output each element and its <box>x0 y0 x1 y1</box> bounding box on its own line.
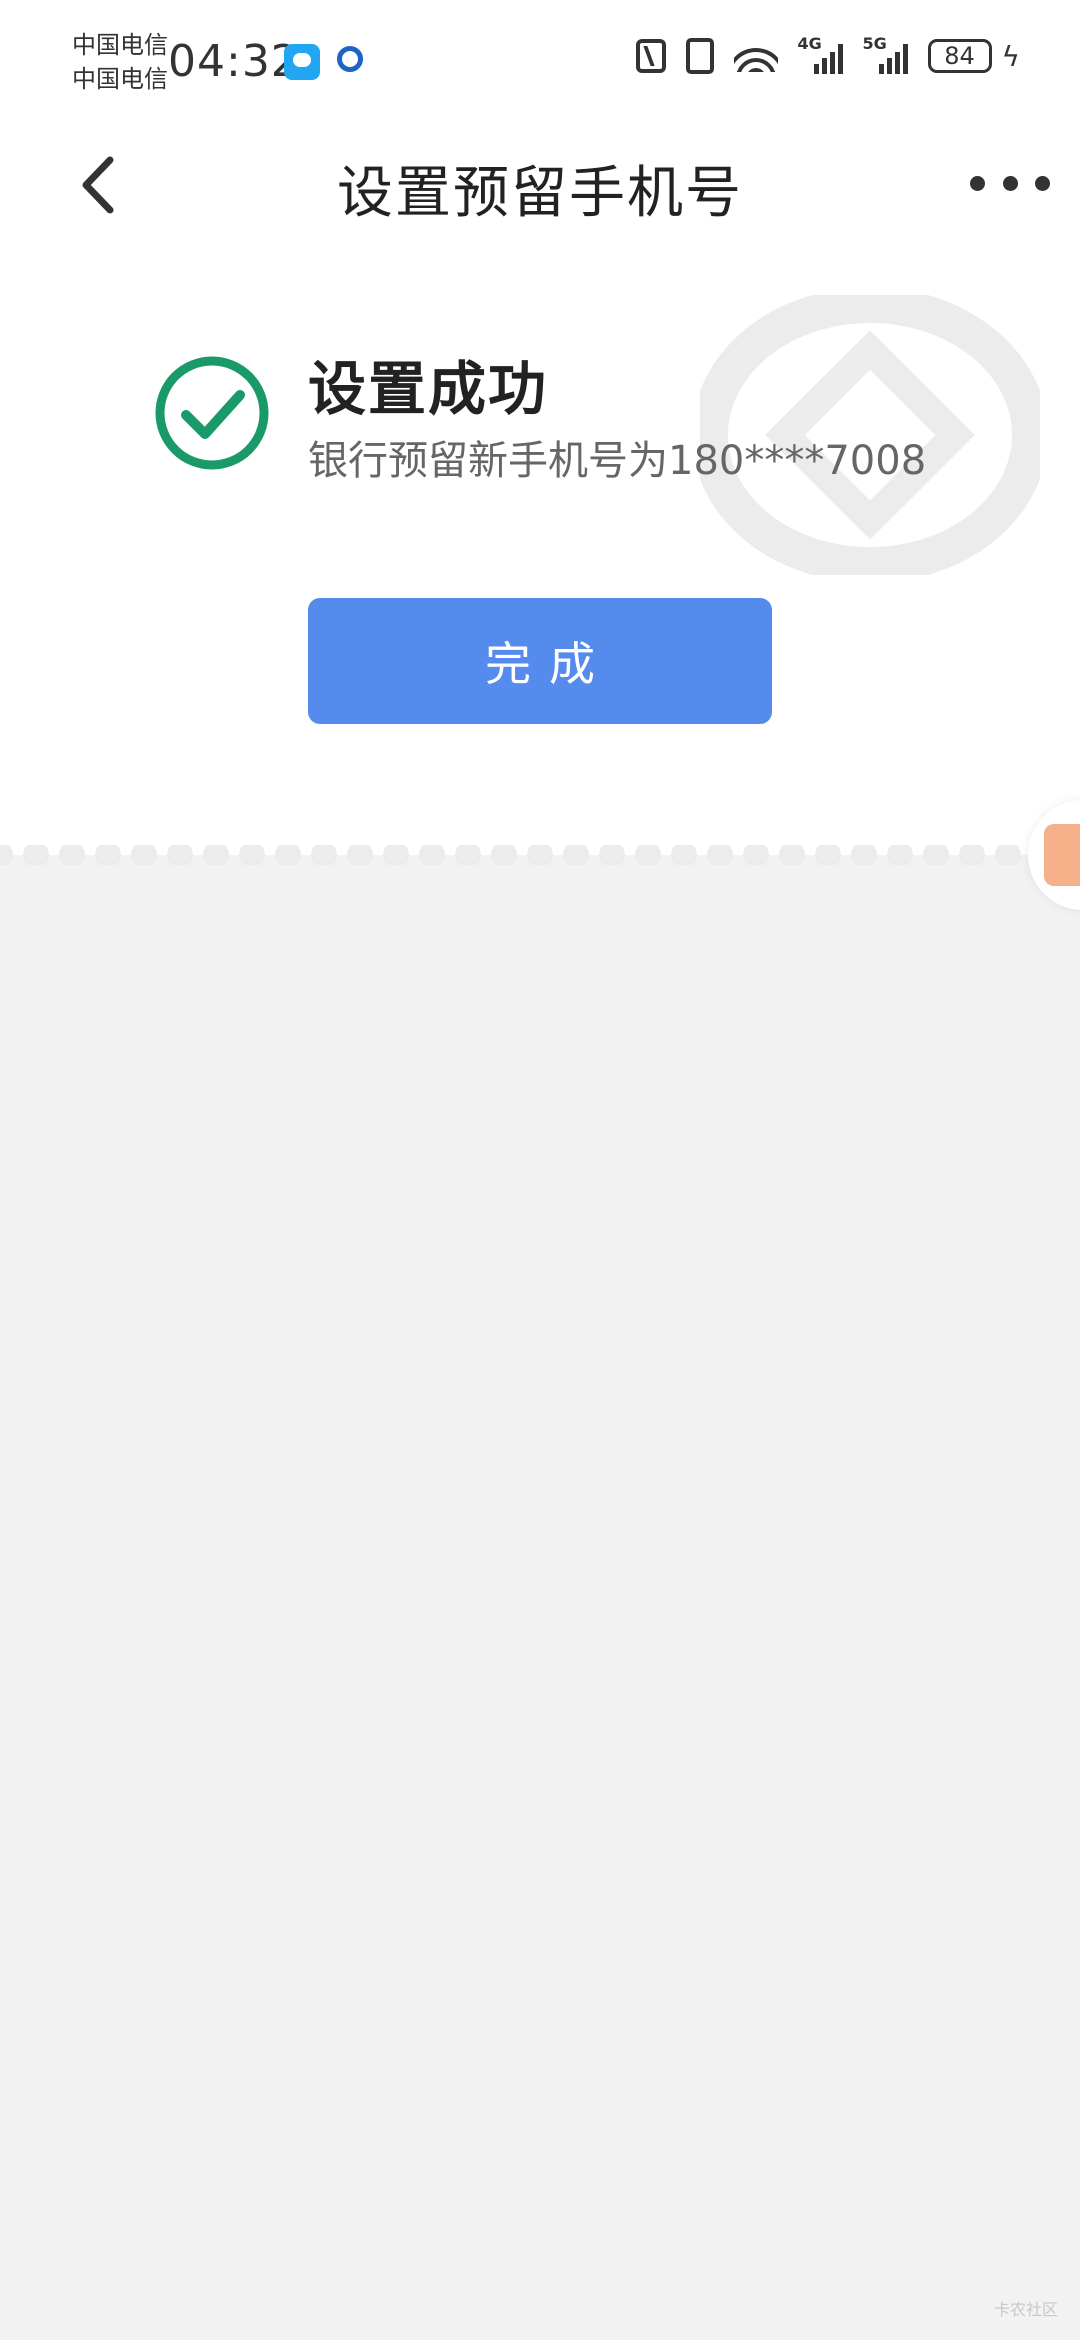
page: 中国电信 中国电信 04:32 4G 5G 84 ϟ 设置预留手机号 设置成功 … <box>0 0 1080 2340</box>
charging-icon: ϟ <box>1001 39 1020 73</box>
more-dot-icon <box>1002 175 1018 191</box>
more-dot-icon <box>970 175 985 191</box>
result-card: 设置成功 银行预留新手机号为180****7008 完成 <box>0 250 1080 855</box>
ccb-app-icon <box>337 46 363 72</box>
result-description: 银行预留新手机号为180****7008 <box>308 438 927 484</box>
nav-bar: 设置预留手机号 <box>0 120 1080 250</box>
status-time: 04:32 <box>168 36 300 87</box>
system-icons: 4G 5G 84 ϟ <box>635 34 1020 74</box>
signal-4g-icon: 4G <box>798 34 843 74</box>
message-app-icon <box>284 44 320 80</box>
signal-5g-icon: 5G <box>863 34 908 74</box>
status-bar: 中国电信 中国电信 04:32 4G 5G 84 ϟ <box>0 0 1080 120</box>
result-title: 设置成功 <box>308 355 549 423</box>
more-dot-icon <box>1035 175 1050 191</box>
more-button[interactable] <box>970 168 1050 198</box>
vibrate-icon <box>685 38 714 74</box>
corner-watermark-text: 卡农社区 <box>993 2300 1058 2319</box>
card-scalloped-edge <box>0 845 1080 875</box>
carrier-labels: 中国电信 中国电信 <box>72 28 168 96</box>
nfc-icon <box>635 39 666 73</box>
wifi-icon <box>733 40 778 72</box>
carrier-1: 中国电信 <box>72 31 168 59</box>
carrier-2: 中国电信 <box>72 65 168 93</box>
done-button[interactable]: 完成 <box>308 598 772 724</box>
page-title: 设置预留手机号 <box>337 161 743 226</box>
battery-icon: 84 <box>927 39 992 73</box>
success-check-icon <box>155 356 269 470</box>
